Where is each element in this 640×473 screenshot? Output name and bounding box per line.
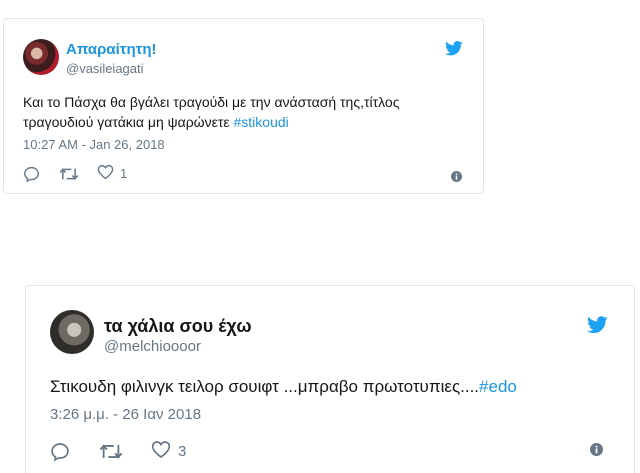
hashtag-link[interactable]: #edo bbox=[479, 377, 517, 396]
avatar[interactable] bbox=[23, 39, 59, 75]
like-icon[interactable] bbox=[97, 164, 114, 183]
like-icon[interactable] bbox=[151, 440, 171, 463]
timestamp[interactable]: 3:26 μ.μ. - 26 Ιαν 2018 bbox=[50, 406, 201, 423]
tweet-body: Στικουδη φιλινγκ τειλορ σουιφτ ...μπραβο… bbox=[50, 377, 480, 396]
reply-icon[interactable] bbox=[50, 442, 70, 461]
like-count: 1 bbox=[120, 166, 128, 181]
tweet-card[interactable]: Απαραίτητη! @vasileiagati Και το Πάσχα θ… bbox=[3, 18, 484, 194]
action-bar: 3 bbox=[50, 440, 186, 463]
action-bar: 1 bbox=[23, 164, 127, 183]
twitter-bird-icon[interactable] bbox=[445, 41, 463, 61]
tweet-card[interactable]: τα χάλια σου έχω @melchioooor Στικουδη φ… bbox=[25, 285, 635, 473]
info-icon[interactable] bbox=[451, 169, 462, 187]
avatar[interactable] bbox=[50, 310, 94, 354]
author-name[interactable]: Απαραίτητη! bbox=[66, 41, 157, 58]
retweet-icon[interactable] bbox=[59, 166, 79, 182]
hashtag-link[interactable]: #stikoudi bbox=[234, 114, 289, 130]
tweet-body: Και το Πάσχα θα βγάλει τραγούδι με την α… bbox=[23, 94, 400, 131]
like-button[interactable]: 3 bbox=[151, 440, 186, 463]
retweet-icon[interactable] bbox=[99, 442, 123, 461]
like-count: 3 bbox=[178, 443, 187, 460]
author-handle[interactable]: @vasileiagati bbox=[66, 61, 144, 76]
author-handle[interactable]: @melchioooor bbox=[104, 338, 201, 355]
like-button[interactable]: 1 bbox=[97, 164, 127, 183]
twitter-bird-icon[interactable] bbox=[587, 316, 608, 339]
timestamp[interactable]: 10:27 AM - Jan 26, 2018 bbox=[23, 137, 165, 152]
tweet-text: Στικουδη φιλινγκ τειλορ σουιφτ ...μπραβο… bbox=[50, 375, 620, 400]
author-name[interactable]: τα χάλια σου έχω bbox=[104, 316, 252, 337]
reply-icon[interactable] bbox=[23, 166, 40, 182]
tweet-text: Και το Πάσχα θα βγάλει τραγούδι με την α… bbox=[23, 92, 463, 133]
info-icon[interactable] bbox=[590, 443, 603, 461]
